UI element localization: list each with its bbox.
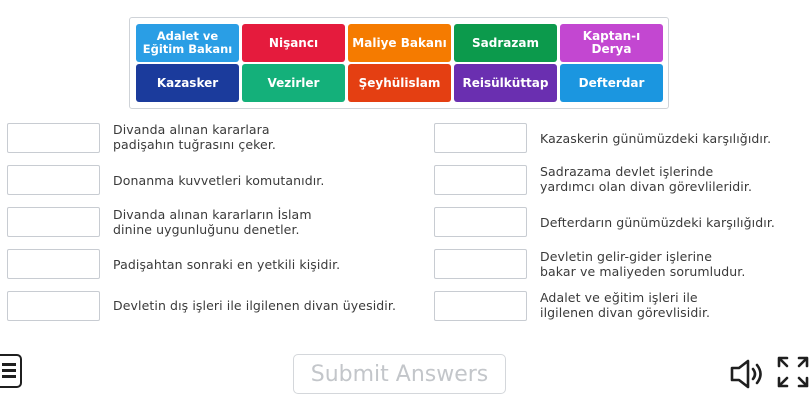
drop-zone-left-3[interactable] (7, 207, 100, 237)
tile-sadrazam[interactable]: Sadrazam (454, 24, 557, 62)
fullscreen-icon[interactable] (776, 355, 812, 391)
drop-zone-left-1[interactable] (7, 123, 100, 153)
clue-right-2: Sadrazama devlet işlerinde yardımcı olan… (540, 164, 753, 194)
drop-zone-left-5[interactable] (7, 291, 100, 321)
submit-answers-button[interactable]: Submit Answers (293, 354, 506, 394)
drop-zone-left-4[interactable] (7, 249, 100, 279)
clue-right-3: Defterdarın günümüzdeki karşılığıdır. (540, 215, 776, 230)
drop-zone-right-2[interactable] (434, 165, 527, 195)
drop-zone-left-2[interactable] (7, 165, 100, 195)
clue-left-1: Divanda alınan kararlara padişahın tuğra… (113, 122, 276, 152)
tile-vezirler[interactable]: Vezirler (242, 64, 345, 102)
speaker-icon[interactable] (729, 356, 769, 392)
answer-tile-panel: Adalet ve Eğitim Bakanı Nişancı Maliye B… (129, 17, 669, 109)
clue-left-3: Divanda alınan kararların İslam dinine u… (113, 207, 312, 237)
menu-icon[interactable] (0, 354, 22, 388)
tile-kaptan-i-derya[interactable]: Kaptan-ı Derya (560, 24, 663, 62)
tile-seyhulislam[interactable]: Şeyhülislam (348, 64, 451, 102)
clue-right-5: Adalet ve eğitim işleri ile ilgilenen di… (540, 290, 711, 320)
tile-reisulkuttap[interactable]: Reisülküttap (454, 64, 557, 102)
tile-kazasker[interactable]: Kazasker (136, 64, 239, 102)
tile-nisanci[interactable]: Nişancı (242, 24, 345, 62)
drop-zone-right-3[interactable] (434, 207, 527, 237)
drop-zone-right-4[interactable] (434, 249, 527, 279)
tile-defterdar[interactable]: Defterdar (560, 64, 663, 102)
clue-right-1: Kazaskerin günümüzdeki karşılığıdır. (540, 131, 772, 146)
drop-zone-right-5[interactable] (434, 291, 527, 321)
clue-left-5: Devletin dış işleri ile ilgilenen divan … (113, 298, 397, 313)
clue-right-4: Devletin gelir-gider işlerine bakar ve m… (540, 249, 746, 279)
clue-left-2: Donanma kuvvetleri komutanıdır. (113, 173, 325, 188)
drop-zone-right-1[interactable] (434, 123, 527, 153)
tile-adalet-ve-egitim-bakani[interactable]: Adalet ve Eğitim Bakanı (136, 24, 239, 62)
tile-maliye-bakani[interactable]: Maliye Bakanı (348, 24, 451, 62)
clue-left-4: Padişahtan sonraki en yetkili kişidir. (113, 257, 341, 272)
